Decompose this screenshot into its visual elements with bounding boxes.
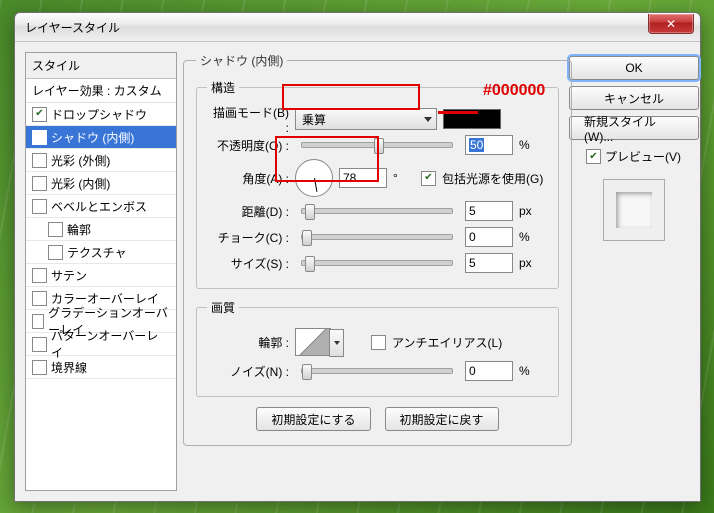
close-icon: ✕ bbox=[666, 17, 676, 31]
layer-effects-subhead[interactable]: レイヤー効果 : カスタム bbox=[26, 79, 176, 103]
angle-unit: ° bbox=[393, 171, 415, 185]
opacity-label: 不透明度(O) : bbox=[207, 137, 289, 154]
style-item-inner-glow[interactable]: 光彩 (内側) bbox=[26, 172, 176, 195]
style-item-label: ドロップシャドウ bbox=[51, 106, 147, 123]
cancel-button[interactable]: キャンセル bbox=[569, 86, 699, 110]
contour-dropdown[interactable] bbox=[329, 329, 344, 357]
global-light-checkbox[interactable] bbox=[421, 171, 436, 186]
style-item-bevel-emboss[interactable]: ベベルとエンボス bbox=[26, 195, 176, 218]
opacity-unit: % bbox=[519, 138, 541, 152]
distance-slider[interactable] bbox=[301, 208, 453, 214]
size-label: サイズ(S) : bbox=[207, 255, 289, 272]
antialias-checkbox[interactable] bbox=[371, 335, 386, 350]
close-button[interactable]: ✕ bbox=[648, 14, 694, 34]
style-item-label: 光彩 (内側) bbox=[51, 175, 110, 192]
preview-swatch bbox=[616, 192, 652, 228]
noise-field[interactable]: 0 bbox=[465, 361, 513, 381]
preview-label: プレビュー(V) bbox=[605, 148, 681, 165]
opacity-field[interactable]: 50 bbox=[465, 135, 513, 155]
slider-thumb-icon[interactable] bbox=[305, 204, 315, 220]
style-item-label: テクスチャ bbox=[67, 244, 127, 261]
style-item-label: 輪郭 bbox=[67, 221, 91, 238]
noise-slider[interactable] bbox=[301, 368, 453, 374]
window-title: レイヤースタイル bbox=[25, 19, 120, 36]
contour-label: 輪郭 : bbox=[207, 334, 289, 351]
style-item-contour[interactable]: 輪郭 bbox=[26, 218, 176, 241]
noise-label: ノイズ(N) : bbox=[207, 363, 289, 380]
checkbox-icon[interactable] bbox=[48, 222, 63, 237]
layer-style-dialog: レイヤースタイル ✕ スタイル レイヤー効果 : カスタム ドロップシャドウ シ… bbox=[14, 12, 701, 502]
checkbox-icon[interactable] bbox=[32, 314, 44, 329]
size-slider[interactable] bbox=[301, 260, 453, 266]
angle-label: 角度(A) : bbox=[207, 170, 289, 187]
style-item-stroke[interactable]: 境界線 bbox=[26, 356, 176, 379]
slider-thumb-icon[interactable] bbox=[305, 256, 315, 272]
style-item-inner-shadow[interactable]: シャドウ (内側) bbox=[26, 126, 176, 149]
blend-mode-label: 描画モード(B) : bbox=[207, 104, 289, 135]
blend-mode-select[interactable]: 乗算 bbox=[295, 108, 437, 130]
size-field[interactable]: 5 bbox=[465, 253, 513, 273]
style-item-label: シャドウ (内側) bbox=[51, 129, 134, 146]
panel-title: シャドウ (内側) bbox=[196, 52, 287, 69]
shadow-panel: シャドウ (内側) 構造 描画モード(B) : 乗算 不透明度(O) : bbox=[183, 52, 572, 446]
contour-picker[interactable] bbox=[295, 328, 331, 356]
checkbox-icon[interactable] bbox=[32, 176, 47, 191]
checkbox-icon[interactable] bbox=[32, 268, 47, 283]
distance-field[interactable]: 5 bbox=[465, 201, 513, 221]
style-item-texture[interactable]: テクスチャ bbox=[26, 241, 176, 264]
preview-box bbox=[603, 179, 665, 241]
opacity-slider[interactable] bbox=[301, 142, 453, 148]
antialias-label: アンチエイリアス(L) bbox=[392, 334, 502, 351]
chevron-down-icon bbox=[424, 117, 432, 122]
choke-field[interactable]: 0 bbox=[465, 227, 513, 247]
style-item-label: 光彩 (外側) bbox=[51, 152, 110, 169]
choke-unit: % bbox=[519, 230, 541, 244]
distance-label: 距離(D) : bbox=[207, 203, 289, 220]
titlebar[interactable]: レイヤースタイル ✕ bbox=[15, 13, 700, 42]
style-list-header: スタイル bbox=[26, 53, 176, 79]
style-item-label: サテン bbox=[51, 267, 87, 284]
ok-button[interactable]: OK bbox=[569, 56, 699, 80]
preview-checkbox[interactable] bbox=[586, 149, 601, 164]
size-unit: px bbox=[519, 256, 541, 270]
reset-default-button[interactable]: 初期設定に戻す bbox=[385, 407, 499, 431]
style-item-pattern-overlay[interactable]: パターンオーバーレイ bbox=[26, 333, 176, 356]
angle-field[interactable]: 78 bbox=[339, 168, 387, 188]
choke-label: チョーク(C) : bbox=[207, 229, 289, 246]
chevron-down-icon bbox=[334, 341, 340, 345]
checkbox-icon[interactable] bbox=[32, 337, 47, 352]
make-default-button[interactable]: 初期設定にする bbox=[256, 407, 370, 431]
distance-unit: px bbox=[519, 204, 541, 218]
checkbox-icon[interactable] bbox=[48, 245, 63, 260]
checkbox-icon[interactable] bbox=[32, 130, 47, 145]
angle-dial[interactable] bbox=[295, 159, 333, 197]
right-column: OK キャンセル 新規スタイル(W)... プレビュー(V) bbox=[578, 52, 690, 491]
checkbox-icon[interactable] bbox=[32, 153, 47, 168]
checkbox-icon[interactable] bbox=[32, 199, 47, 214]
structure-legend: 構造 bbox=[207, 79, 239, 96]
choke-slider[interactable] bbox=[301, 234, 453, 240]
quality-legend: 画質 bbox=[207, 299, 239, 316]
style-item-satin[interactable]: サテン bbox=[26, 264, 176, 287]
quality-group: 画質 輪郭 : アンチエイリアス(L) ノイズ(N) : bbox=[196, 299, 559, 397]
noise-unit: % bbox=[519, 364, 541, 378]
new-style-button[interactable]: 新規スタイル(W)... bbox=[569, 116, 699, 140]
style-item-label: ベベルとエンボス bbox=[51, 198, 147, 215]
color-swatch[interactable] bbox=[443, 109, 501, 129]
checkbox-icon[interactable] bbox=[32, 291, 47, 306]
checkbox-icon[interactable] bbox=[32, 107, 47, 122]
style-list: スタイル レイヤー効果 : カスタム ドロップシャドウ シャドウ (内側) 光彩… bbox=[25, 52, 177, 491]
checkbox-icon[interactable] bbox=[32, 360, 47, 375]
slider-thumb-icon[interactable] bbox=[302, 364, 312, 380]
slider-thumb-icon[interactable] bbox=[302, 230, 312, 246]
blend-mode-value: 乗算 bbox=[302, 111, 326, 128]
style-item-label: 境界線 bbox=[51, 359, 87, 376]
structure-group: 構造 描画モード(B) : 乗算 不透明度(O) : bbox=[196, 79, 559, 289]
style-item-drop-shadow[interactable]: ドロップシャドウ bbox=[26, 103, 176, 126]
style-item-outer-glow[interactable]: 光彩 (外側) bbox=[26, 149, 176, 172]
global-light-label: 包括光源を使用(G) bbox=[442, 170, 543, 187]
slider-thumb-icon[interactable] bbox=[374, 138, 384, 154]
